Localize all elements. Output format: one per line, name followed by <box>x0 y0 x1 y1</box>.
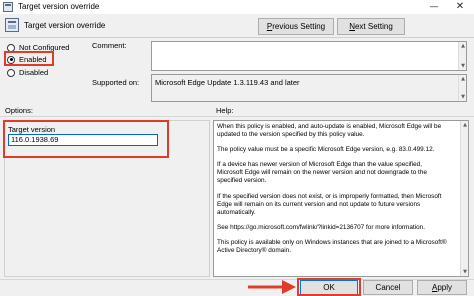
scroll-down-icon[interactable]: ▼ <box>461 268 469 276</box>
window-title: Target version override <box>18 2 100 11</box>
help-paragraph: See https://go.microsoft.com/fwlink/?lin… <box>217 223 425 231</box>
help-paragraph: If the specified version does not exist,… <box>217 192 442 216</box>
scroll-up-icon[interactable]: ▲ <box>459 42 467 50</box>
help-paragraph: When this policy is enabled, and auto-up… <box>217 123 442 139</box>
help-paragraph: This policy is available only on Windows… <box>217 238 447 255</box>
ok-highlight-box <box>297 278 361 296</box>
scroll-down-icon[interactable]: ▼ <box>459 62 467 70</box>
next-setting-button[interactable]: Next Setting <box>337 18 405 35</box>
supported-on-value: Microsoft Edge Update 1.3.119.43 and lat… <box>155 78 300 87</box>
help-scrollbar[interactable]: ▲ ▼ <box>460 121 468 276</box>
previous-setting-button[interactable]: Previous Setting <box>258 18 334 35</box>
cancel-button[interactable]: Cancel <box>363 280 413 295</box>
help-text: When this policy is enabled, and auto-up… <box>217 123 449 262</box>
scroll-up-icon[interactable]: ▲ <box>461 121 469 129</box>
scroll-down-icon[interactable]: ▼ <box>459 93 467 101</box>
help-paragraph: The policy value must be a specific Micr… <box>217 146 435 154</box>
comment-textarea[interactable] <box>151 41 467 71</box>
red-arrow-pointer-icon <box>248 280 296 294</box>
supported-on-label: Supported on: <box>92 78 140 87</box>
disabled-label: Disabled <box>19 68 49 77</box>
comment-scrollbar[interactable]: ▲ ▼ <box>458 42 466 70</box>
help-label: Help: <box>216 106 234 115</box>
options-label: Options: <box>5 106 33 115</box>
supported-scrollbar[interactable]: ▲ ▼ <box>458 75 466 101</box>
target-version-highlight-box <box>3 120 169 158</box>
comment-label: Comment: <box>92 41 127 50</box>
disabled-radio[interactable]: Disabled <box>7 67 48 78</box>
policy-setting-icon <box>3 2 13 12</box>
setting-title: Target version override <box>24 21 106 30</box>
close-button[interactable]: ✕ <box>452 1 468 13</box>
policy-setting-icon <box>5 18 19 32</box>
minimize-button[interactable]: — <box>426 1 442 13</box>
divider <box>0 116 474 117</box>
apply-button[interactable]: Apply <box>417 280 467 295</box>
divider <box>0 37 474 38</box>
scroll-up-icon[interactable]: ▲ <box>459 75 467 83</box>
help-paragraph: If a device has newer version of Microso… <box>217 161 427 185</box>
arrow-head <box>282 280 296 294</box>
radio-circle-icon[interactable] <box>7 68 15 77</box>
enabled-highlight-box <box>4 51 54 66</box>
